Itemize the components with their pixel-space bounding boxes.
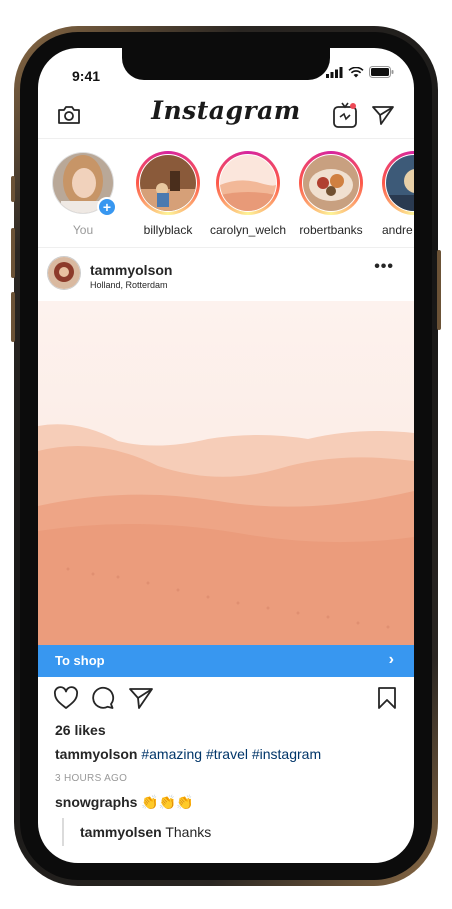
story-label: carolyn_welch <box>210 223 287 237</box>
like-button[interactable] <box>53 686 79 715</box>
post-caption: tammyolson #amazing #travel #instagram <box>55 746 321 762</box>
notch <box>122 48 330 80</box>
caption-username[interactable]: tammyolson <box>55 746 137 762</box>
share-button[interactable] <box>128 686 154 715</box>
igtv-button[interactable] <box>328 98 362 132</box>
status-time: 9:41 <box>72 68 101 84</box>
post-actions <box>38 682 414 718</box>
avatar <box>303 155 359 211</box>
send-icon <box>372 106 394 125</box>
comment: snowgraphs 👏👏👏 <box>55 794 194 811</box>
more-options-button[interactable]: ••• <box>374 258 394 276</box>
desert-photo <box>38 301 414 645</box>
likes-count[interactable]: 26 likes <box>55 722 106 738</box>
story-ring <box>299 151 363 215</box>
app-header: Instagram <box>38 92 414 139</box>
volume-down-button <box>11 292 15 342</box>
comment-text: 👏👏👏 <box>141 794 194 810</box>
post-location[interactable]: Holland, Rotterdam <box>90 280 168 290</box>
bookmark-icon <box>378 687 396 709</box>
story-you[interactable]: + You <box>45 151 121 237</box>
avatar <box>140 155 196 211</box>
igtv-icon <box>333 102 357 128</box>
shop-label: To shop <box>55 653 105 668</box>
post-avatar[interactable] <box>47 256 81 290</box>
comment-reply: tammyolsen Thanks <box>62 818 211 846</box>
story-label: billyblack <box>143 223 193 237</box>
avatar <box>220 155 276 211</box>
post-username[interactable]: tammyolson <box>90 262 172 278</box>
comment-button[interactable] <box>91 686 115 715</box>
stories-tray: + You billyblack carolyn_welch robertban… <box>38 139 414 248</box>
battery-icon <box>369 66 394 78</box>
screen: 9:41 Instagram + You billyblack carolyn_… <box>38 48 414 863</box>
story-ring <box>382 151 414 215</box>
story-robertbanks[interactable]: robertbanks <box>293 151 369 237</box>
story-billyblack[interactable]: billyblack <box>130 151 206 237</box>
story-andre[interactable]: andre <box>376 151 414 237</box>
add-story-badge[interactable]: + <box>97 197 117 217</box>
heart-icon <box>54 686 78 709</box>
reply-text: Thanks <box>165 824 212 840</box>
system-icons <box>326 66 394 78</box>
story-label: You <box>72 223 94 237</box>
direct-message-button[interactable] <box>366 98 400 132</box>
story-label: andre <box>382 223 413 237</box>
wifi-icon <box>348 66 364 77</box>
post-header: tammyolson Holland, Rotterdam ••• <box>38 248 414 300</box>
caption-hashtags[interactable]: #amazing #travel #instagram <box>141 746 321 762</box>
story-ring <box>136 151 200 215</box>
power-button <box>437 250 441 330</box>
chevron-right-icon: › <box>388 651 394 668</box>
send-icon <box>129 688 153 709</box>
avatar <box>48 257 80 289</box>
volume-up-button <box>11 228 15 278</box>
save-button[interactable] <box>377 686 397 715</box>
comment-username[interactable]: snowgraphs <box>55 794 137 810</box>
post-image[interactable] <box>38 301 414 645</box>
story-carolyn-welch[interactable]: carolyn_welch <box>210 151 286 237</box>
story-label: robertbanks <box>299 223 363 237</box>
mute-switch <box>11 176 15 202</box>
post-timestamp: 3 HOURS AGO <box>55 773 128 784</box>
comment-icon <box>92 686 115 709</box>
shop-banner[interactable]: To shop › <box>38 645 414 677</box>
reply-username[interactable]: tammyolsen <box>80 824 162 840</box>
avatar <box>386 155 414 211</box>
signal-icon <box>326 66 343 78</box>
story-ring <box>216 151 280 215</box>
